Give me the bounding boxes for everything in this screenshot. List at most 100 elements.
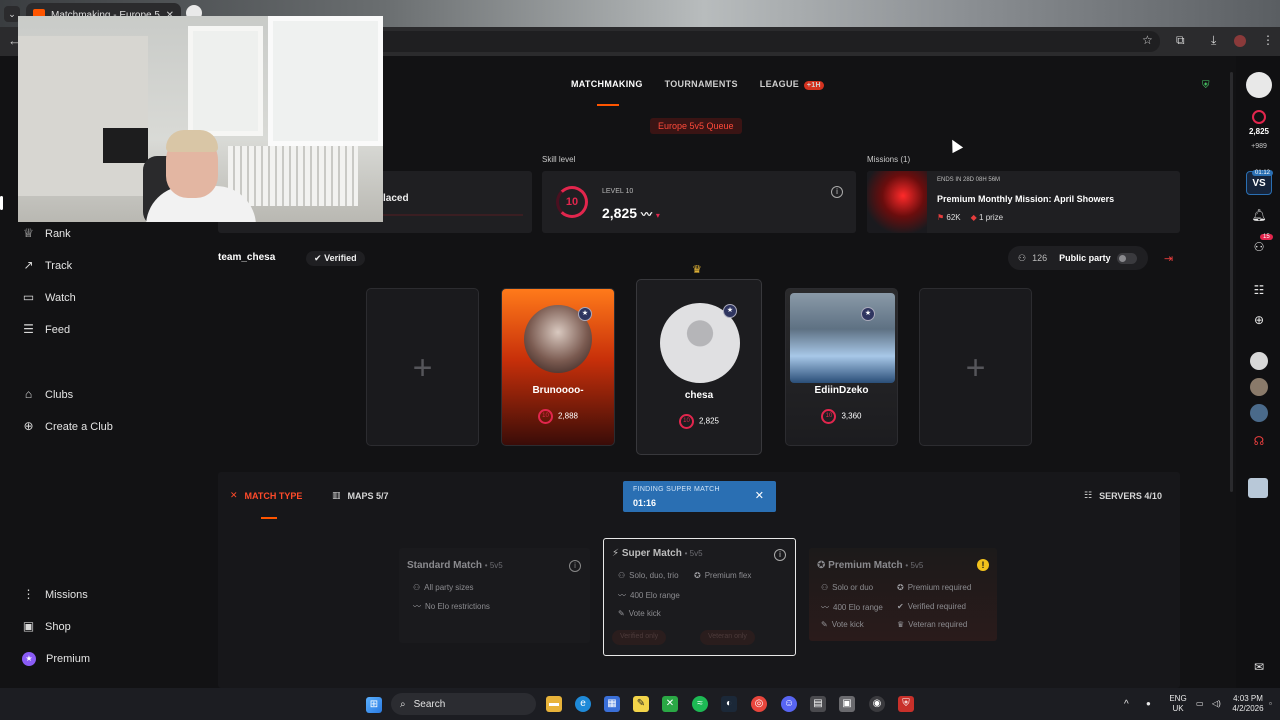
nav-item-label: Watch [45, 291, 76, 304]
chrome-icon[interactable]: ◎ [751, 696, 767, 712]
premium-match-card[interactable]: ✪ Premium Match • 5v5 ! ⚇ Solo or duo ✪ Pr… [809, 548, 997, 641]
verified-check-icon: ✔ [314, 253, 322, 263]
shield-app-icon[interactable]: ⛨ [898, 696, 914, 712]
nav-item-label: Feed [45, 323, 71, 336]
match-icon: ⚡ [612, 548, 620, 559]
veteran-only-chip[interactable]: Veteran only [700, 630, 755, 645]
edge-icon[interactable]: e [575, 696, 591, 712]
app-icon[interactable]: ▣ [839, 696, 855, 712]
shield-icon[interactable]: ⛨ [1202, 80, 1213, 91]
main-scrollbar[interactable] [1230, 72, 1233, 492]
prize-reward: ◆ 1 prize [971, 213, 1003, 222]
spotify-icon[interactable]: ≈ [692, 696, 708, 712]
player-card-self[interactable]: ★ chesa 10 2,825 [636, 279, 762, 455]
headset-icon[interactable]: ☊ [1248, 434, 1270, 448]
caret-down-icon: ▾ [655, 211, 660, 220]
player-card[interactable]: ★ Brunoooo- 10 2,888 [501, 288, 615, 446]
nav-item-feed[interactable]: ☰ Feed [22, 323, 70, 336]
room-radiator [228, 146, 358, 206]
info-icon[interactable]: i [569, 560, 581, 572]
user-avatar[interactable] [1246, 72, 1272, 98]
friend-avatar[interactable] [1248, 478, 1268, 498]
add-icon[interactable]: ⊕ [1248, 313, 1270, 327]
nav-item-clubs[interactable]: ⌂ Clubs [22, 388, 73, 401]
faceit-icon[interactable]: ◉ [869, 696, 885, 712]
person-hair [166, 130, 218, 152]
friend-avatar[interactable] [1250, 404, 1268, 422]
player-elo: 10 3,360 [786, 409, 897, 424]
match-type-icon: ✕ [230, 490, 238, 500]
nav-item-label: Rank [45, 227, 71, 240]
party-list-icon[interactable]: ☷ [1248, 283, 1270, 297]
xbox-icon[interactable]: ✕ [662, 696, 678, 712]
chat-icon[interactable]: ✉ [1248, 660, 1270, 674]
clubs-icon: ⌂ [24, 387, 33, 401]
language-indicator[interactable]: ENG UK [1166, 694, 1190, 714]
notifications-icon[interactable]: 🔔︎ [1248, 208, 1270, 222]
tray-expand-icon[interactable]: ^ [1124, 700, 1129, 710]
store-icon[interactable]: ▦ [604, 696, 620, 712]
steam-icon[interactable]: ◐ [721, 696, 737, 712]
info-icon[interactable]: i [831, 186, 843, 198]
verified-only-chip[interactable]: Verified only [612, 630, 667, 645]
network-icon[interactable]: ▭ [1196, 699, 1204, 709]
trend-icon: 〰 [413, 602, 421, 611]
notes-icon[interactable]: ✎ [633, 696, 649, 712]
clock[interactable]: 4:03 PM 4/2/2026 [1228, 694, 1268, 714]
start-icon[interactable]: ⊞ [366, 697, 382, 713]
vote-kick-icon: ✎ [618, 609, 625, 618]
nav-item-track[interactable]: ↗ Track [22, 259, 72, 272]
nav-item-watch[interactable]: ▭ Watch [22, 291, 76, 304]
volume-icon[interactable]: ◁) [1212, 699, 1221, 709]
empty-party-slot[interactable]: + [919, 288, 1032, 446]
leave-party-icon[interactable]: ⇥ [1164, 252, 1173, 265]
trend-icon: 〰 [640, 209, 652, 221]
friend-avatar[interactable] [1250, 352, 1268, 370]
standard-match-card[interactable]: Standard Match • 5v5 i ⚇ All party sizes … [399, 548, 590, 643]
info-icon[interactable]: i [774, 549, 786, 561]
discord-icon[interactable]: ☺ [781, 696, 797, 712]
tab-league-label: LEAGUE [759, 79, 800, 89]
profile-icon[interactable] [1234, 35, 1246, 47]
empty-party-slot[interactable]: + [366, 288, 479, 446]
trend-icon: 〰 [618, 591, 626, 600]
friends-badge: 15 [1260, 234, 1273, 240]
tab-league[interactable]: LEAGUE +1H [760, 79, 824, 90]
notification-center-icon[interactable]: ▫ [1269, 699, 1272, 709]
extensions-icon[interactable]: ⧉ [1176, 33, 1185, 48]
warning-icon[interactable]: ! [977, 559, 989, 571]
download-icon[interactable]: ⤓ [1211, 33, 1216, 48]
calculator-icon[interactable]: ▤ [810, 696, 826, 712]
cancel-search-icon[interactable]: ✕ [755, 489, 764, 502]
mission-rewards: ⚑ 62K ◆ 1 prize [937, 213, 1003, 222]
friend-avatar[interactable] [1250, 378, 1268, 396]
bookmark-star-icon[interactable]: ☆ [1142, 33, 1153, 47]
shop-icon: ▣ [22, 619, 35, 633]
tab-matchmaking[interactable]: MATCHMAKING [571, 79, 643, 90]
friends-icon[interactable]: ⚇ [1248, 240, 1270, 254]
nav-item-missions[interactable]: ⋮ Missions [22, 588, 88, 601]
file-explorer-icon[interactable]: ▬ [546, 696, 562, 712]
skill-card[interactable] [542, 171, 856, 233]
sidebar-elo-delta: +989 [1251, 143, 1267, 150]
elo-number: 2,825 [602, 205, 638, 221]
player-name: Brunoooo- [532, 385, 584, 396]
match-feature-text: Solo or duo [832, 583, 874, 592]
tab-servers[interactable]: ☷ SERVERS 4/10 [1084, 490, 1162, 501]
player-card[interactable]: ★ EdiinDzeko 10 3,360 [785, 288, 898, 446]
webcam-overlay [18, 16, 383, 222]
microphone-icon[interactable]: ● [1146, 699, 1151, 709]
match-feature-text: Veteran required [908, 620, 968, 629]
nav-item-shop[interactable]: ▣ Shop [22, 620, 71, 633]
public-party-toggle[interactable] [1116, 252, 1137, 264]
tab-tournaments[interactable]: TOURNAMENTS [665, 79, 738, 90]
browser-menu-icon[interactable]: ⋮ [1262, 33, 1274, 47]
nav-item-premium[interactable]: ★ Premium [22, 652, 90, 666]
team-name[interactable]: team_chesa [218, 252, 275, 263]
player-rank-icon: ★ [861, 307, 875, 321]
tab-match-type[interactable]: ✕ MATCH TYPE [230, 490, 302, 501]
nav-item-create-club[interactable]: ⊕ Create a Club [22, 420, 112, 433]
nav-item-rank[interactable]: ♕ Rank [22, 227, 71, 240]
tab-maps[interactable]: ▥ MAPS 5/7 [332, 490, 389, 501]
taskbar-search[interactable]: ⌕ Search [391, 693, 536, 715]
